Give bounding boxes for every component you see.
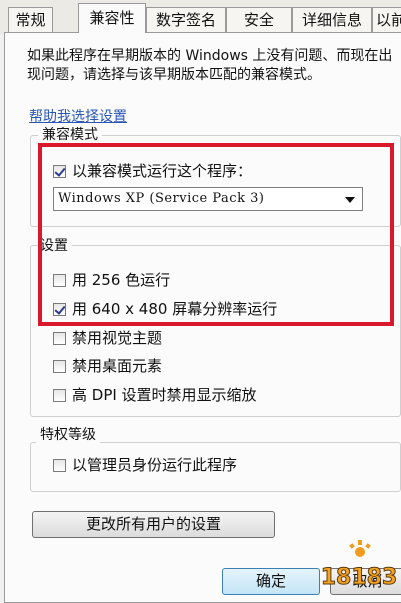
disable-dpi-scaling-label[interactable]: 高 DPI 设置时禁用显示缩放 — [72, 386, 257, 404]
disable-visual-themes-label[interactable]: 禁用视觉主题 — [72, 329, 162, 347]
help-choose-settings-link[interactable]: 帮助我选择设置 — [29, 106, 127, 126]
change-all-users-button[interactable]: 更改所有用户的设置 — [32, 511, 275, 538]
tab-general[interactable]: 常规 — [8, 7, 53, 32]
disable-desktop-composition-checkbox[interactable] — [53, 360, 66, 373]
tab-details[interactable]: 详细信息 — [292, 7, 372, 32]
tab-compatibility[interactable]: 兼容性 — [78, 3, 146, 33]
ok-button[interactable]: 确定 — [222, 568, 320, 595]
disable-visual-themes-checkbox[interactable] — [53, 332, 66, 345]
tab-security[interactable]: 安全 — [226, 7, 292, 32]
run-as-admin-checkbox[interactable] — [53, 459, 66, 472]
tab-previous-versions[interactable]: 以前 — [372, 7, 401, 32]
intro-text: 如果此程序在早期版本的 Windows 上没有问题、而现在出现问题，请选择与该早… — [27, 48, 393, 83]
privilege-legend: 特权等级 — [36, 424, 100, 444]
compat-mode-legend: 兼容模式 — [38, 124, 102, 144]
site-watermark-logo: 18183 — [320, 540, 398, 591]
run-as-admin-label[interactable]: 以管理员身份运行此程序 — [72, 456, 237, 474]
watermark-text: 18183 — [321, 565, 398, 590]
tab-bar: 常规 兼容性 数字签名 安全 详细信息 以前 — [0, 0, 401, 34]
disable-dpi-scaling-checkbox[interactable] — [53, 389, 66, 402]
highlight-box — [38, 143, 394, 326]
disable-desktop-composition-label[interactable]: 禁用桌面元素 — [72, 357, 162, 375]
tab-digital-signatures[interactable]: 数字签名 — [146, 7, 226, 32]
